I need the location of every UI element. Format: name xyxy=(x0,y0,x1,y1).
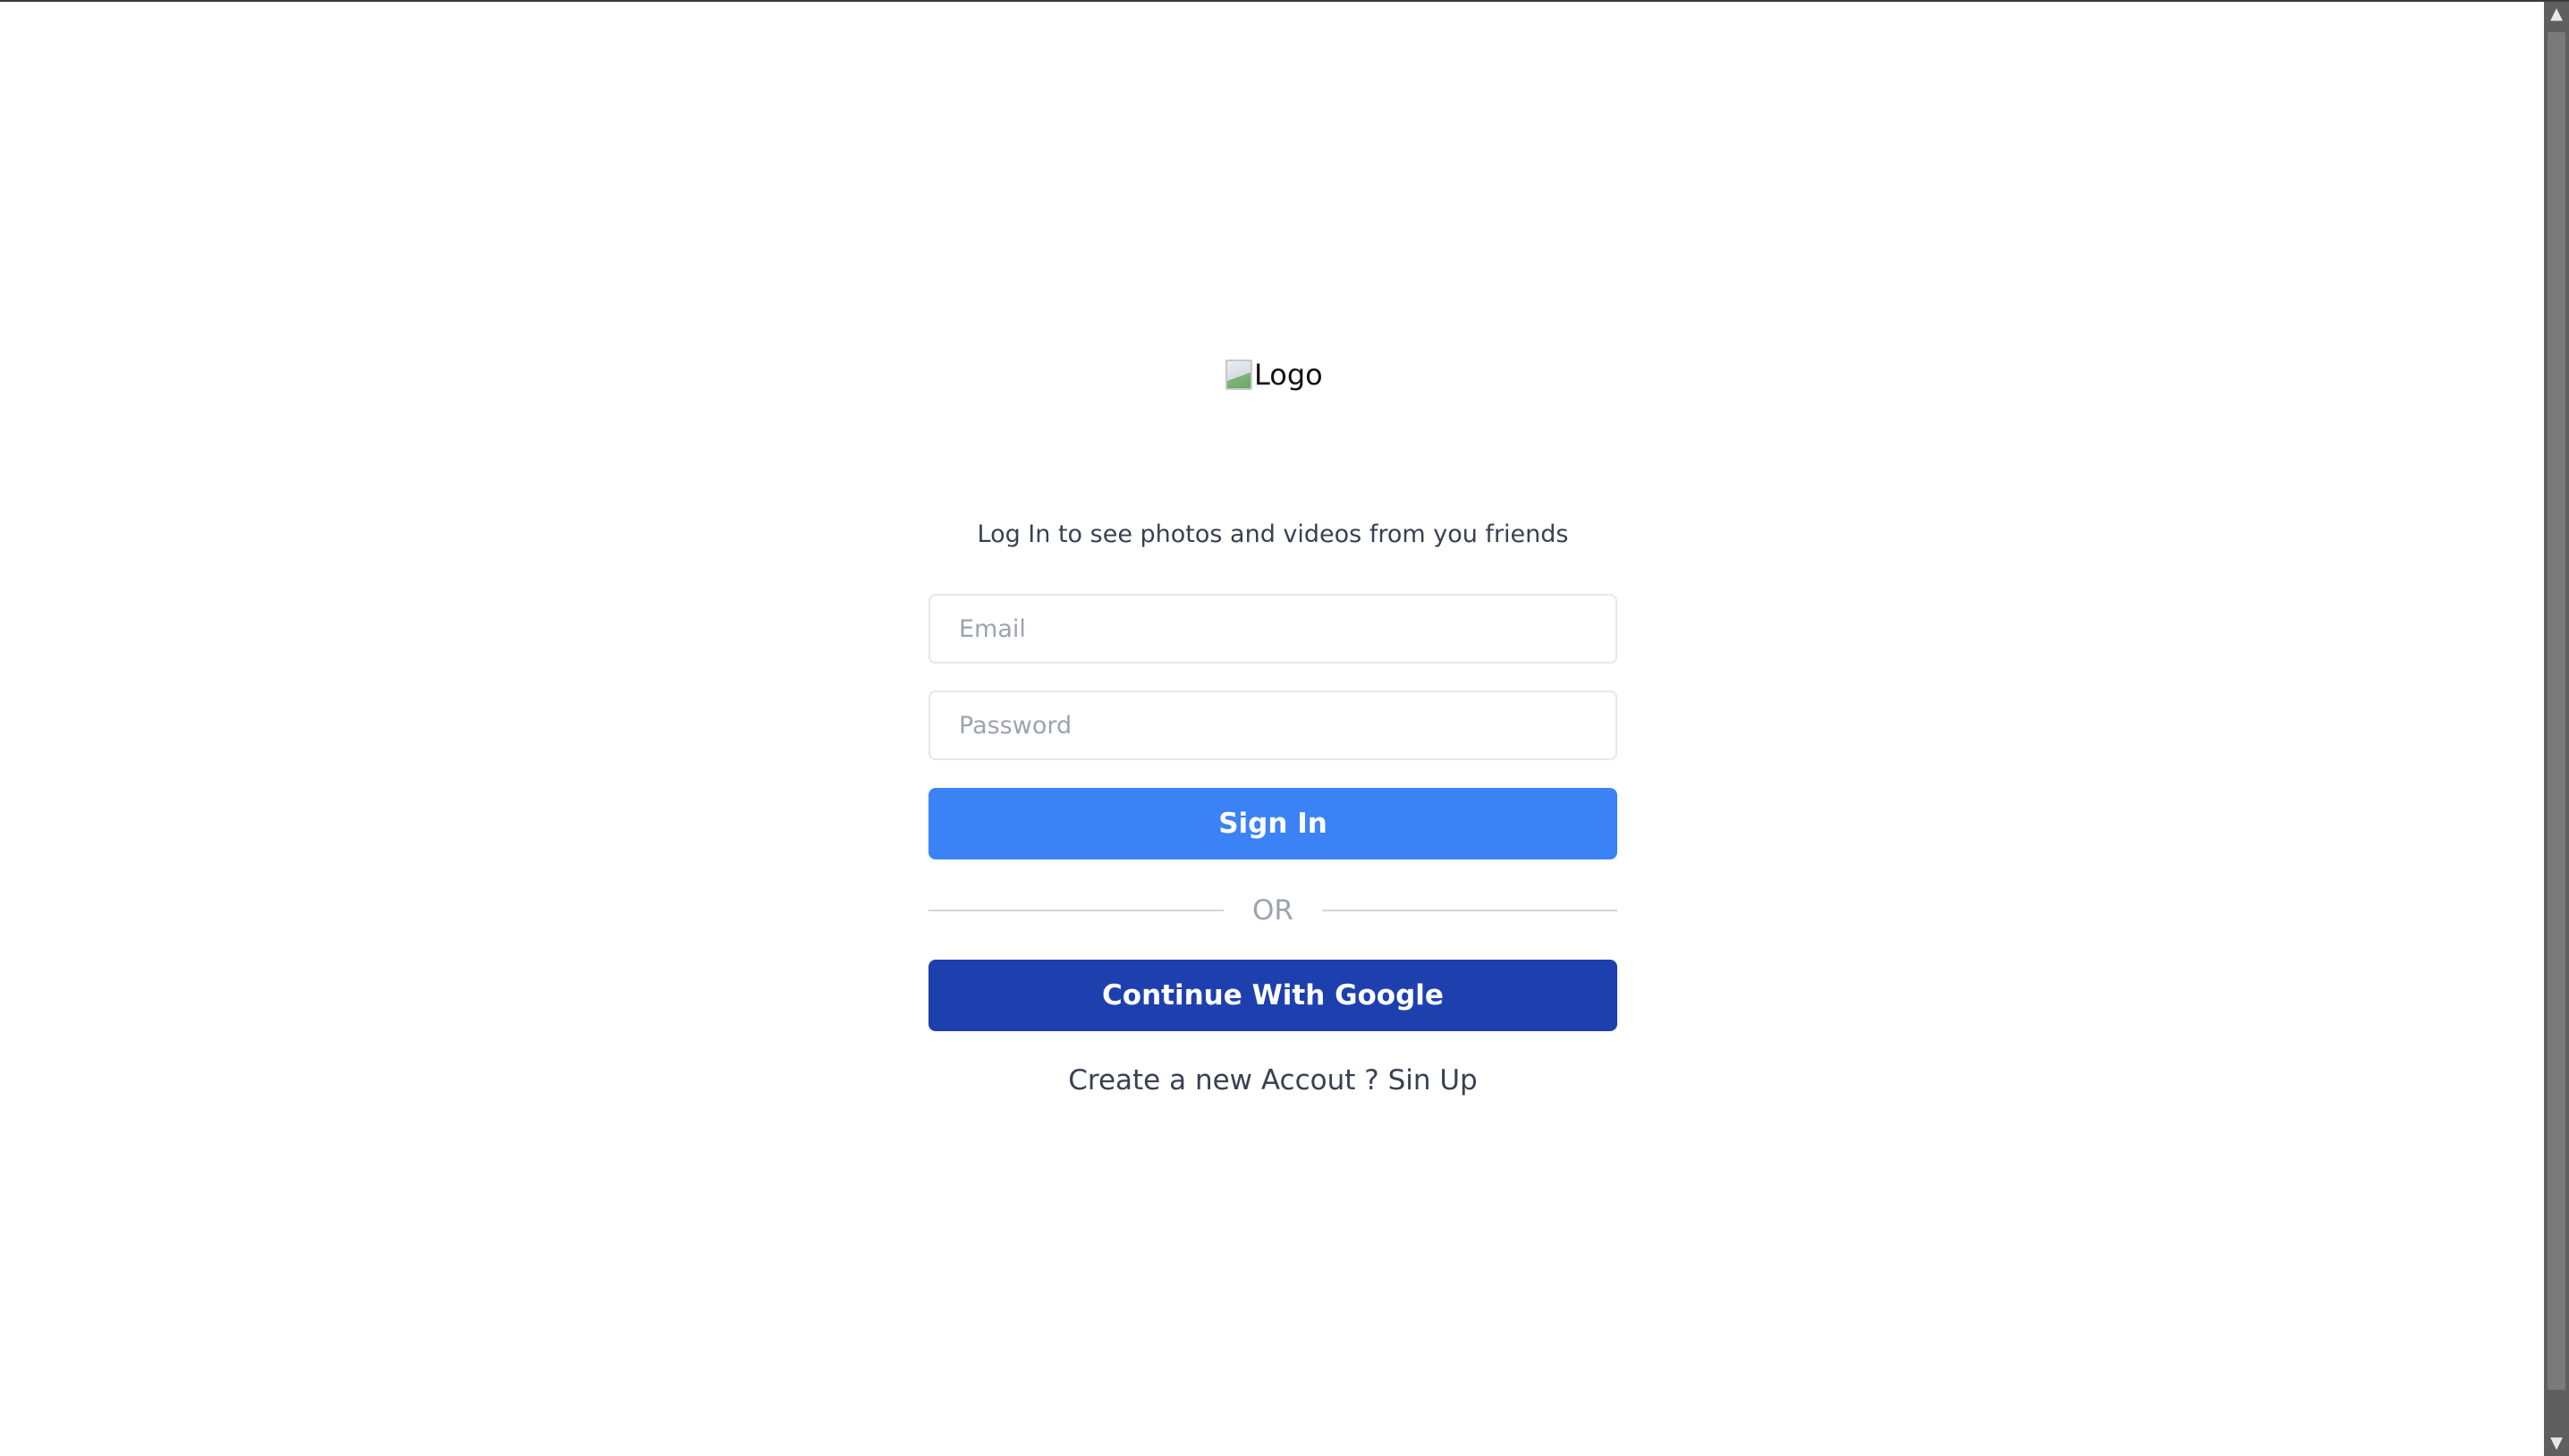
password-input[interactable] xyxy=(928,690,1617,760)
scroll-up-arrow-icon[interactable]: ▲ xyxy=(2544,2,2569,27)
signup-prompt-text: Create a new Accout ? xyxy=(1068,1064,1388,1096)
vertical-scrollbar[interactable]: ▲ ▼ xyxy=(2544,2,2569,1456)
continue-with-google-button[interactable]: Continue With Google xyxy=(928,960,1617,1031)
signup-prompt: Create a new Accout ? Sin Up xyxy=(928,1064,1617,1096)
email-input[interactable] xyxy=(928,594,1617,664)
divider-line-right xyxy=(1322,910,1617,911)
page-viewport: Logo Log In to see photos and videos fro… xyxy=(0,0,2569,1456)
or-divider: OR xyxy=(928,887,1617,934)
or-label: OR xyxy=(1252,894,1293,927)
sign-up-link[interactable]: Sin Up xyxy=(1388,1064,1478,1096)
scrollbar-thumb[interactable] xyxy=(2548,32,2565,1390)
broken-image-icon xyxy=(1225,360,1252,390)
logo-alt-text: Logo xyxy=(1254,358,1323,392)
divider-line-left xyxy=(928,910,1224,911)
scroll-down-arrow-icon[interactable]: ▼ xyxy=(2544,1431,2569,1456)
sign-in-button[interactable]: Sign In xyxy=(928,788,1617,859)
logo: Logo xyxy=(1225,358,1323,392)
login-tagline: Log In to see photos and videos from you… xyxy=(977,521,1569,548)
